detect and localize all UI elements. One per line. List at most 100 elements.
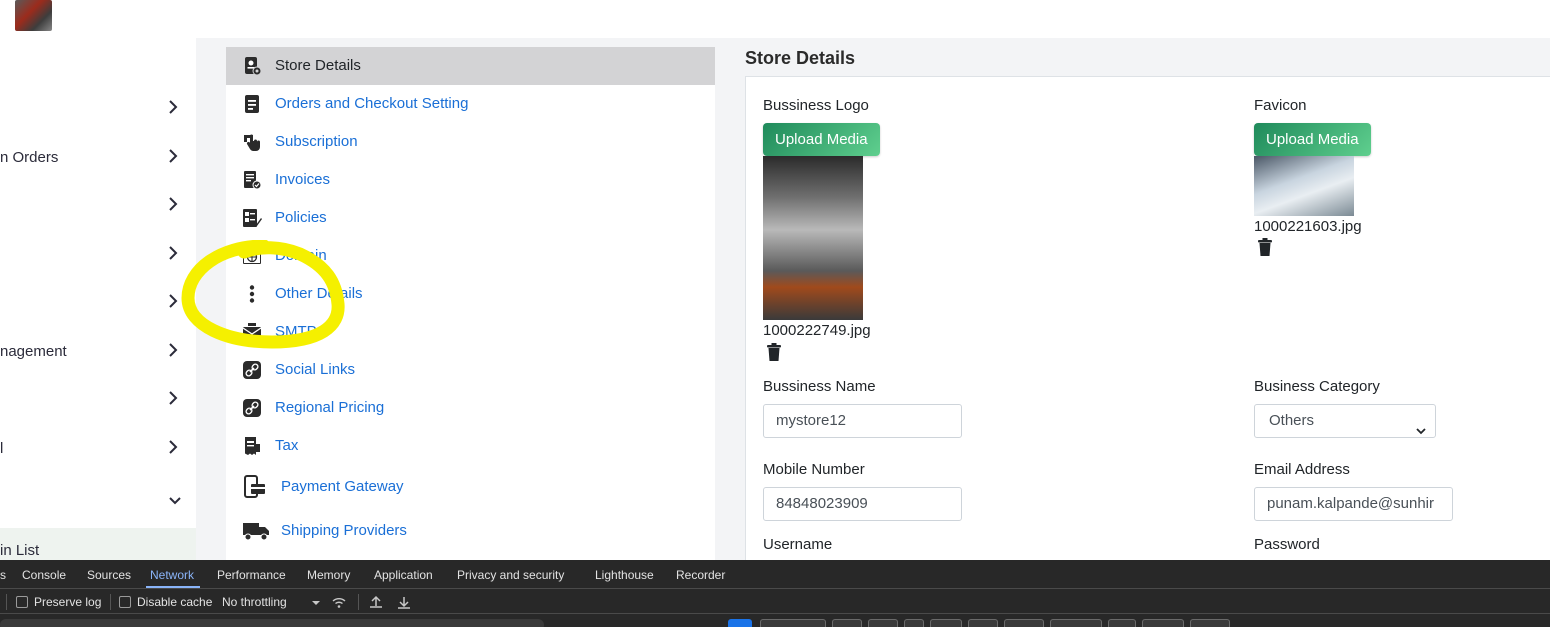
logo-filename: 1000222749.jpg <box>763 322 871 339</box>
menu-item-label: Invoices <box>275 171 331 188</box>
sidebar-item[interactable]: n Orders <box>0 143 196 173</box>
devtools-tab-lighthouse[interactable]: Lighthouse <box>595 568 654 582</box>
business-category-label: Business Category <box>1254 378 1380 395</box>
mobile-number-input[interactable]: 84848023909 <box>763 487 962 521</box>
sidebar-item[interactable] <box>0 288 196 318</box>
menu-item-label: Social Links <box>275 361 356 378</box>
invoice-icon <box>242 170 262 190</box>
chevron-right-icon <box>166 96 180 118</box>
network-conditions-icon[interactable] <box>331 594 347 610</box>
upload-logo-button[interactable]: Upload Media <box>763 123 880 156</box>
filter-chip[interactable] <box>1108 619 1136 627</box>
store-icon <box>242 56 262 76</box>
devtools-tab-network[interactable]: Network <box>150 568 194 582</box>
filter-chip[interactable] <box>868 619 898 627</box>
hand-pointer-icon <box>242 132 262 152</box>
menu-item-label: SMTP <box>275 323 317 340</box>
filter-chip[interactable] <box>832 619 862 627</box>
devtools-panel: s Console Sources Network Performance Me… <box>0 560 1550 627</box>
mobile-number-label: Mobile Number <box>763 461 865 478</box>
menu-item-tax[interactable]: Tax <box>226 427 715 465</box>
import-har-icon[interactable] <box>368 594 384 610</box>
business-name-input[interactable]: mystore12 <box>763 404 962 438</box>
menu-item-social-links[interactable]: Social Links <box>226 351 715 389</box>
sidebar-item-expanded[interactable] <box>0 488 196 518</box>
filter-chip[interactable] <box>760 619 826 627</box>
chevron-right-icon <box>166 339 180 361</box>
export-har-icon[interactable] <box>396 594 412 610</box>
throttling-select[interactable]: No throttling <box>222 595 287 609</box>
menu-item-label: Policies <box>275 209 327 226</box>
user-avatar[interactable] <box>15 0 52 31</box>
menu-item-regional-pricing[interactable]: Regional Pricing <box>226 389 715 427</box>
menu-item-invoices[interactable]: Invoices <box>226 161 715 199</box>
devtools-tab-privacy[interactable]: Privacy and security <box>457 568 564 582</box>
menu-item-shipping-providers[interactable]: Shipping Providers <box>226 512 715 550</box>
sidebar-item-label: nagement <box>0 343 67 360</box>
email-address-input[interactable]: punam.kalpande@sunhir <box>1254 487 1453 521</box>
sidebar-item[interactable] <box>0 385 196 415</box>
sidebar-item[interactable]: nagement <box>0 337 196 367</box>
page-title: Store Details <box>745 48 856 68</box>
chevron-right-icon <box>166 145 180 167</box>
menu-item-label: Shipping Providers <box>281 522 407 539</box>
filter-chip[interactable] <box>1004 619 1044 627</box>
chevron-right-icon <box>166 242 180 264</box>
payment-icon <box>242 475 266 499</box>
disable-cache-checkbox[interactable] <box>119 596 131 608</box>
chevron-right-icon <box>166 290 180 312</box>
menu-item-orders-checkout[interactable]: Orders and Checkout Setting <box>226 85 715 123</box>
password-label: Password <box>1254 536 1320 553</box>
menu-item-store-details[interactable]: Store Details <box>226 47 715 85</box>
sidebar-item[interactable] <box>0 94 196 124</box>
sidebar-item-label: n Orders <box>0 149 59 166</box>
devtools-tab-application[interactable]: Application <box>374 568 433 582</box>
devtools-tab-performance[interactable]: Performance <box>217 568 286 582</box>
email-address-label: Email Address <box>1254 461 1350 478</box>
filter-chip[interactable] <box>1190 619 1230 627</box>
divider <box>110 594 111 610</box>
devtools-tab-memory[interactable]: Memory <box>307 568 350 582</box>
filter-chip[interactable] <box>930 619 962 627</box>
filter-chip[interactable] <box>968 619 998 627</box>
sidebar-item[interactable]: l <box>0 434 196 464</box>
business-category-select[interactable]: Others <box>1254 404 1436 438</box>
sidebar-item[interactable] <box>0 191 196 221</box>
filter-chip[interactable] <box>904 619 924 627</box>
preserve-log-checkbox[interactable] <box>16 596 28 608</box>
globe-window-icon <box>242 246 262 266</box>
link-icon <box>242 360 262 380</box>
more-vertical-icon <box>242 284 262 304</box>
favicon-filename: 1000221603.jpg <box>1254 218 1362 235</box>
truck-icon <box>242 521 270 541</box>
upload-favicon-button[interactable]: Upload Media <box>1254 123 1371 156</box>
filter-chip[interactable] <box>1050 619 1102 627</box>
sidebar-item[interactable] <box>0 240 196 270</box>
menu-item-subscription[interactable]: Subscription <box>226 123 715 161</box>
menu-item-label: Tax <box>275 437 299 454</box>
menu-item-payment-gateway[interactable]: Payment Gateway <box>226 468 715 506</box>
chevron-down-icon <box>1415 416 1427 435</box>
dropdown-caret-icon <box>308 594 324 610</box>
policy-icon <box>242 208 262 228</box>
link-icon <box>242 398 262 418</box>
sidebar-subitem-label: in List <box>0 542 40 559</box>
devtools-tabs: s Console Sources Network Performance Me… <box>0 560 1550 589</box>
username-label: Username <box>763 536 833 553</box>
filter-chip[interactable] <box>1142 619 1184 627</box>
devtools-tab-elements[interactable]: s <box>0 568 6 582</box>
business-logo-label: Bussiness Logo <box>763 97 869 114</box>
filter-chip-all[interactable] <box>728 619 752 627</box>
chevron-right-icon <box>166 387 180 409</box>
filter-input[interactable] <box>0 619 544 627</box>
menu-item-policies[interactable]: Policies <box>226 199 715 237</box>
menu-item-other-details[interactable]: Other Details <box>226 275 715 313</box>
sidebar-subitem[interactable]: in List <box>0 528 196 560</box>
menu-item-domain[interactable]: Domain <box>226 237 715 275</box>
devtools-tab-recorder[interactable]: Recorder <box>676 568 725 582</box>
devtools-tab-console[interactable]: Console <box>22 568 66 582</box>
devtools-tab-sources[interactable]: Sources <box>87 568 131 582</box>
menu-item-smtp[interactable]: SMTP <box>226 313 715 351</box>
trash-icon[interactable] <box>1257 238 1273 256</box>
trash-icon[interactable] <box>766 343 782 361</box>
